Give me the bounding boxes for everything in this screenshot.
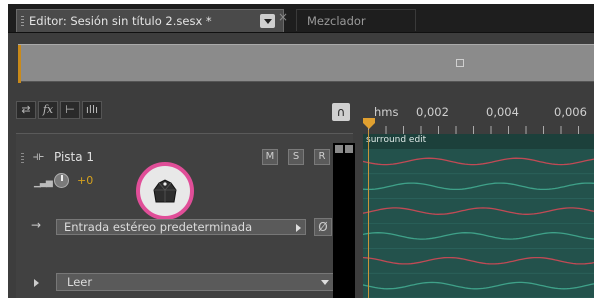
track-name[interactable]: Pista 1 — [54, 150, 94, 164]
volume-knob[interactable] — [54, 173, 69, 188]
ruler-tick-label: 0,004 — [486, 105, 519, 119]
track-drag-grip-icon[interactable] — [21, 153, 24, 164]
overview-zoom-handle[interactable] — [456, 59, 464, 67]
playhead-line — [368, 130, 369, 298]
fx-icon[interactable]: fx — [38, 101, 58, 119]
chevron-right-icon — [296, 224, 301, 232]
phase-invert-button[interactable]: Ø — [314, 218, 332, 236]
waveform-lane — [363, 232, 594, 240]
mixer-tab-title: Mezclador — [307, 14, 366, 28]
track-controls-panel: ⇄ fx ⊢ ıllı ∩ ⟛ Pista 1 M S R I ▁▃▅ +0 — [8, 99, 360, 298]
record-arm-button[interactable]: R — [314, 149, 330, 165]
zoom-overview-bar[interactable] — [18, 44, 594, 83]
surround-panner-icon[interactable] — [152, 178, 178, 204]
headphones-icon[interactable]: ∩ — [332, 103, 350, 121]
playhead-icon[interactable] — [363, 118, 375, 130]
mute-button[interactable]: M — [262, 149, 278, 165]
eq-icon[interactable]: ıllı — [82, 101, 102, 119]
time-ruler[interactable]: hms 0,002 0,004 0,006 — [360, 99, 594, 134]
editor-tab-title: Editor: Sesión sin título 2.sesx * — [29, 14, 212, 28]
waveform-lane — [363, 256, 594, 265]
highlighted-panner-ring — [136, 162, 194, 220]
waveform-lane — [363, 157, 594, 166]
audio-clip[interactable]: surround edit — [363, 134, 594, 298]
level-meter — [333, 143, 355, 298]
input-arrow-icon: → — [31, 218, 42, 232]
ruler-unit-label: hms — [374, 105, 399, 119]
input-select[interactable]: Entrada estéreo predeterminada — [56, 219, 306, 235]
send-icon[interactable]: ⊢ — [60, 101, 80, 119]
overview-position-marker — [18, 45, 21, 83]
swap-arrows-icon[interactable]: ⇄ — [16, 101, 36, 119]
close-icon[interactable]: × — [278, 10, 288, 24]
automation-mode-select[interactable]: Leer — [56, 273, 336, 291]
chevron-down-icon — [321, 280, 329, 285]
clip-waveform — [363, 157, 594, 298]
waveform-lane — [363, 281, 594, 290]
clip-title: surround edit — [366, 135, 427, 145]
meter-peak-indicators[interactable] — [335, 145, 353, 153]
volume-value[interactable]: +0 — [77, 174, 93, 187]
automation-mode-value: Leer — [67, 275, 93, 289]
waveform-icon: ⟛ — [33, 149, 44, 163]
waveform-lane — [363, 207, 594, 215]
editor-window: Editor: Sesión sin título 2.sesx * × Mez… — [8, 4, 594, 298]
ruler-ticks — [368, 126, 594, 134]
tab-mixer[interactable]: Mezclador — [296, 9, 416, 31]
clip-header[interactable]: surround edit — [363, 134, 594, 149]
waveform-lane — [363, 182, 594, 191]
ruler-tick-label: 0,002 — [416, 105, 449, 119]
input-select-value: Entrada estéreo predeterminada — [64, 220, 253, 234]
drag-grip-icon[interactable] — [21, 16, 24, 27]
panel-tab-strip: Editor: Sesión sin título 2.sesx * × Mez… — [8, 4, 594, 33]
solo-button[interactable]: S — [288, 149, 304, 165]
volume-icon: ▁▃▅ — [34, 178, 53, 188]
tab-menu-dropdown-button[interactable] — [260, 14, 275, 28]
track-header: ⟛ Pista 1 M S R I ▁▃▅ +0 → Entrada estér… — [16, 133, 354, 298]
tab-editor[interactable]: Editor: Sesión sin título 2.sesx * — [16, 9, 284, 32]
ruler-tick-label: 0,006 — [554, 105, 587, 119]
expand-automation-toggle[interactable] — [34, 279, 39, 287]
